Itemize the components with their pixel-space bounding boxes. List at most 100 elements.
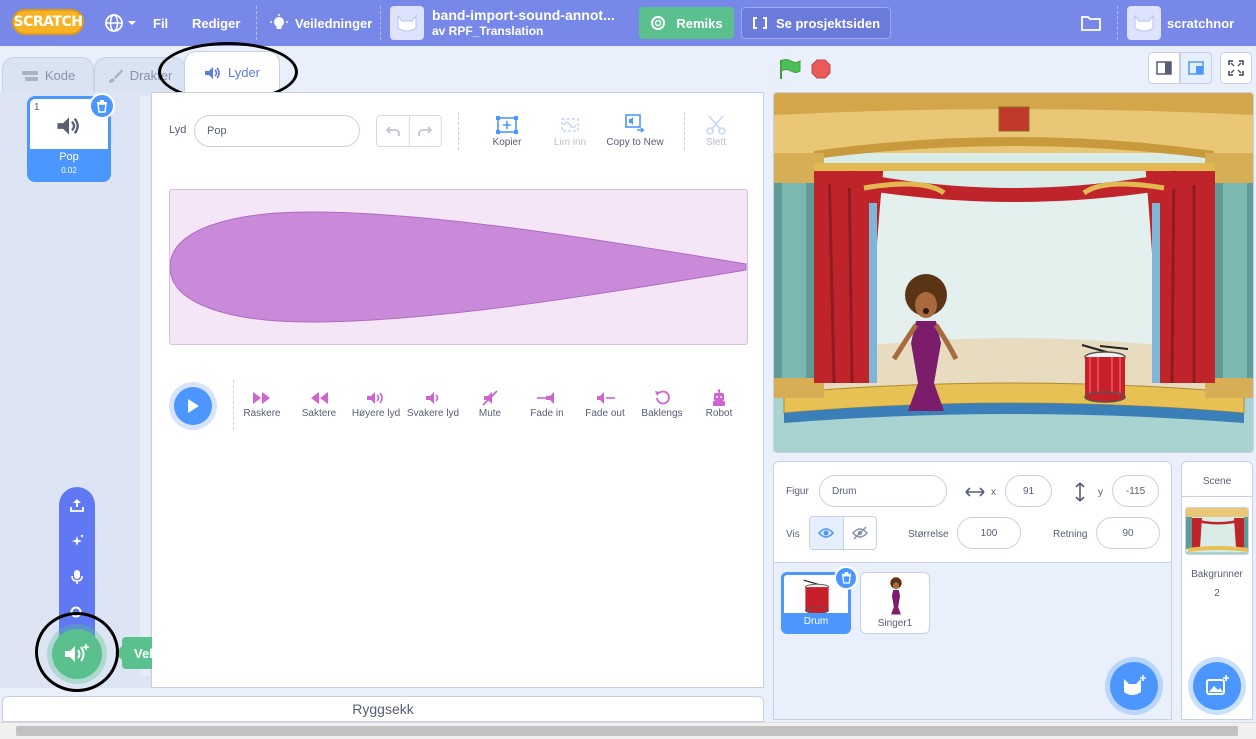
stop-icon[interactable] bbox=[811, 59, 831, 79]
file-menu[interactable]: Fil bbox=[153, 0, 168, 46]
scissors-icon bbox=[706, 115, 726, 135]
effect-reverse-button[interactable]: Baklengs bbox=[630, 388, 694, 419]
redo-button[interactable] bbox=[410, 116, 442, 146]
play-sound-button[interactable] bbox=[169, 382, 217, 430]
robot-icon bbox=[713, 389, 725, 406]
waveform-display[interactable] bbox=[169, 189, 748, 345]
scene-title: Scene bbox=[1202, 476, 1232, 487]
folder-icon[interactable] bbox=[1080, 13, 1102, 33]
avatar[interactable] bbox=[1127, 6, 1161, 40]
sprite-item-singer1[interactable]: Singer1 bbox=[860, 572, 930, 634]
backpack-bar[interactable]: Ryggsekk bbox=[2, 696, 764, 722]
tab-code[interactable]: Kode bbox=[2, 57, 94, 93]
scene-divider bbox=[1181, 496, 1253, 497]
louder-icon bbox=[367, 392, 383, 404]
tool-label: Slett bbox=[705, 137, 726, 148]
sound-name-input[interactable]: Pop bbox=[194, 115, 360, 147]
project-title[interactable]: band-import-sound-annot... bbox=[432, 7, 615, 23]
waveform bbox=[169, 211, 747, 323]
stage-backdrop bbox=[774, 93, 1253, 452]
small-stage-icon bbox=[1156, 61, 1172, 75]
direction-label: Retning bbox=[1053, 529, 1088, 540]
fade-in-icon bbox=[537, 392, 554, 404]
direction-input[interactable]: 90 bbox=[1096, 517, 1160, 549]
horizontal-scrollbar[interactable] bbox=[0, 722, 1256, 739]
effect-mute-button[interactable]: Mute bbox=[458, 388, 522, 419]
choose-sprite-button[interactable] bbox=[1110, 662, 1158, 710]
copy-button[interactable]: Kopier bbox=[472, 113, 542, 148]
edit-menu[interactable]: Rediger bbox=[192, 0, 240, 46]
undo-button[interactable] bbox=[377, 116, 410, 146]
y-arrows-icon bbox=[1075, 482, 1085, 502]
add-backdrop-icon bbox=[1206, 675, 1229, 695]
show-label: Vis bbox=[786, 529, 800, 540]
effect-label: Mute bbox=[478, 408, 502, 419]
delete-sprite-button[interactable] bbox=[834, 566, 858, 590]
project-author[interactable]: av RPF_Translation bbox=[432, 24, 543, 38]
fullscreen-button[interactable] bbox=[1220, 52, 1252, 84]
sprite-name: Drum bbox=[784, 613, 848, 631]
effect-label: Raskere bbox=[243, 408, 281, 419]
chevron-down-icon bbox=[128, 21, 136, 25]
y-input[interactable]: -115 bbox=[1112, 475, 1159, 507]
menu-divider bbox=[380, 6, 381, 40]
effect-softer-button[interactable]: Svakere lyd bbox=[401, 388, 465, 419]
tool-label: Copy to New bbox=[606, 137, 664, 148]
paste-icon bbox=[561, 118, 579, 132]
trash-icon bbox=[841, 572, 851, 584]
visibility-toggle bbox=[809, 516, 877, 550]
green-flag-icon[interactable] bbox=[778, 58, 802, 80]
speaker-icon bbox=[57, 117, 79, 135]
stage[interactable] bbox=[773, 92, 1254, 453]
scrollbar-thumb[interactable] bbox=[16, 726, 1238, 736]
see-project-button[interactable]: Se prosjektsiden bbox=[741, 7, 891, 39]
record-sound-button[interactable] bbox=[67, 567, 87, 587]
effect-fade-in-button[interactable]: Fade in bbox=[515, 388, 579, 419]
effect-fade-out-button[interactable]: Fade out bbox=[573, 388, 637, 419]
stage-thumbnail bbox=[1186, 508, 1248, 554]
menu-divider bbox=[256, 6, 257, 40]
delete-sound-button[interactable] bbox=[89, 93, 115, 119]
hide-button[interactable] bbox=[844, 517, 877, 549]
effect-label: Fade out bbox=[585, 408, 625, 419]
fade-out-icon bbox=[597, 392, 615, 404]
normal-stage-button[interactable] bbox=[1180, 52, 1212, 84]
see-project-label: Se prosjektsiden bbox=[775, 15, 881, 31]
mute-icon bbox=[482, 390, 498, 406]
menu-bar: SCRATCH Fil Rediger Veiledninger band-im… bbox=[0, 0, 1256, 46]
sound-name: Pop bbox=[59, 151, 79, 163]
sound-list-scrollbar[interactable] bbox=[140, 96, 150, 676]
effect-louder-button[interactable]: Høyere lyd bbox=[344, 388, 408, 419]
size-input[interactable]: 100 bbox=[957, 517, 1021, 549]
cat-icon bbox=[397, 14, 417, 32]
reverse-icon bbox=[655, 390, 670, 405]
fullscreen-icon bbox=[1228, 60, 1244, 76]
upload-sound-button[interactable] bbox=[67, 495, 87, 515]
backdrop-thumbnail bbox=[1185, 507, 1249, 555]
paste-button[interactable]: Lim inn bbox=[535, 113, 605, 148]
surprise-icon bbox=[72, 534, 84, 546]
effect-label: Svakere lyd bbox=[406, 408, 460, 419]
effect-faster-button[interactable]: Raskere bbox=[230, 388, 294, 419]
copy-to-new-button[interactable]: Copy to New bbox=[600, 113, 670, 148]
tutorials-menu[interactable]: Veiledninger bbox=[270, 0, 372, 46]
effect-robot-button[interactable]: Robot bbox=[687, 388, 751, 419]
x-input[interactable]: 91 bbox=[1005, 475, 1052, 507]
surprise-sound-button[interactable] bbox=[67, 531, 87, 551]
username[interactable]: scratchnor bbox=[1167, 16, 1234, 31]
brush-icon bbox=[108, 68, 123, 83]
sprite-name-input[interactable]: Drum bbox=[819, 475, 947, 507]
effect-label: Saktere bbox=[301, 408, 337, 419]
show-button[interactable] bbox=[810, 517, 844, 549]
scratch-logo[interactable]: SCRATCH bbox=[12, 9, 84, 35]
small-stage-button[interactable] bbox=[1148, 52, 1180, 84]
effect-slower-button[interactable]: Saktere bbox=[287, 388, 351, 419]
choose-backdrop-button[interactable] bbox=[1193, 662, 1241, 710]
y-label: y bbox=[1098, 487, 1103, 498]
remix-button[interactable]: Remiks bbox=[639, 7, 734, 39]
language-menu[interactable] bbox=[104, 0, 137, 46]
menu-divider bbox=[1117, 6, 1118, 40]
eye-closed-icon bbox=[851, 526, 868, 540]
eye-icon bbox=[818, 528, 835, 538]
delete-button[interactable]: Slett bbox=[681, 113, 751, 148]
